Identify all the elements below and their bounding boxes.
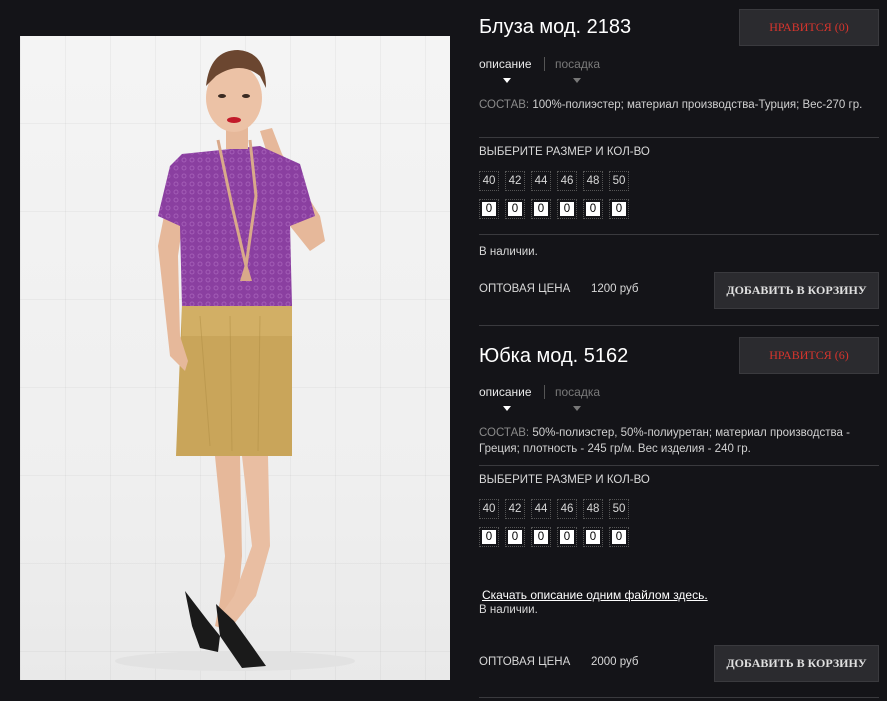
price-value: 1200 руб: [591, 283, 639, 295]
divider: [479, 325, 879, 326]
size-labels: 40 42 44 46 48 50: [479, 499, 629, 519]
size-labels: 40 42 44 46 48 50: [479, 171, 629, 191]
quantity-input[interactable]: [586, 530, 600, 544]
quantity-input[interactable]: [534, 202, 548, 216]
caret-down-icon: [573, 406, 581, 411]
size-label: 42: [505, 499, 525, 519]
quantity-cell: [479, 527, 499, 547]
size-label: 48: [583, 171, 603, 191]
composition-value: 50%-полиэстер, 50%-полиуретан; материал …: [479, 427, 850, 455]
quantity-input[interactable]: [534, 530, 548, 544]
size-label: 48: [583, 499, 603, 519]
tab-description[interactable]: описание: [479, 385, 532, 399]
price-label: ОПТОВАЯ ЦЕНА: [479, 283, 571, 295]
size-label: 40: [479, 499, 499, 519]
quantity-cell: [531, 527, 551, 547]
quantity-input[interactable]: [612, 530, 626, 544]
size-label: 42: [505, 171, 525, 191]
product-photo[interactable]: [20, 36, 450, 680]
caret-down-icon: [573, 78, 581, 83]
price-value: 2000 руб: [591, 656, 639, 668]
size-title: ВЫБЕРИТЕ РАЗМЕР И КОЛ-ВО: [479, 146, 650, 158]
divider: [479, 465, 879, 466]
price-label: ОПТОВАЯ ЦЕНА: [479, 656, 571, 668]
add-to-cart-button[interactable]: ДОБАВИТЬ В КОРЗИНУ: [714, 272, 879, 309]
quantity-cell: [609, 199, 629, 219]
tab-description[interactable]: описание: [479, 57, 532, 71]
quantity-cell: [557, 199, 577, 219]
quantity-inputs: [479, 527, 629, 547]
quantity-cell: [505, 527, 525, 547]
composition-value: 100%-полиэстер; материал производства-Ту…: [532, 99, 863, 111]
product-title: Юбка мод. 5162: [479, 345, 629, 367]
size-label: 46: [557, 171, 577, 191]
tab-fit[interactable]: посадка: [555, 385, 600, 399]
product-title: Блуза мод. 2183: [479, 16, 632, 38]
quantity-input[interactable]: [508, 530, 522, 544]
quantity-input[interactable]: [482, 202, 496, 216]
quantity-cell: [609, 527, 629, 547]
like-button[interactable]: НРАВИТСЯ (6): [739, 337, 879, 374]
divider: [479, 137, 879, 138]
size-label: 50: [609, 499, 629, 519]
quantity-input[interactable]: [560, 530, 574, 544]
quantity-input[interactable]: [560, 202, 574, 216]
quantity-input[interactable]: [508, 202, 522, 216]
quantity-inputs: [479, 199, 629, 219]
quantity-input[interactable]: [482, 530, 496, 544]
size-label: 46: [557, 499, 577, 519]
size-label: 40: [479, 171, 499, 191]
quantity-cell: [557, 527, 577, 547]
stock-status: В наличии.: [479, 604, 538, 616]
size-label: 50: [609, 171, 629, 191]
quantity-cell: [583, 199, 603, 219]
quantity-cell: [583, 527, 603, 547]
quantity-cell: [505, 199, 525, 219]
stock-status: В наличии.: [479, 246, 538, 258]
composition-text: СОСТАВ: 100%-полиэстер; материал произво…: [479, 97, 877, 113]
size-label: 44: [531, 499, 551, 519]
tab-divider: [544, 385, 545, 399]
product-tabs: описание посадка: [479, 57, 679, 87]
size-label: 44: [531, 171, 551, 191]
product-tabs: описание посадка: [479, 385, 679, 415]
download-description-link[interactable]: Скачать описание одним файлом здесь.: [482, 588, 708, 602]
model-illustration: [115, 50, 355, 671]
caret-down-icon: [503, 78, 511, 83]
divider: [479, 234, 879, 235]
quantity-input[interactable]: [586, 202, 600, 216]
quantity-input[interactable]: [612, 202, 626, 216]
composition-text: СОСТАВ: 50%-полиэстер, 50%-полиуретан; м…: [479, 425, 877, 457]
tab-fit[interactable]: посадка: [555, 57, 600, 71]
quantity-cell: [479, 199, 499, 219]
tab-divider: [544, 57, 545, 71]
divider: [479, 697, 879, 698]
caret-down-icon: [503, 406, 511, 411]
size-title: ВЫБЕРИТЕ РАЗМЕР И КОЛ-ВО: [479, 474, 650, 486]
composition-label: СОСТАВ:: [479, 427, 530, 439]
quantity-cell: [531, 199, 551, 219]
add-to-cart-button[interactable]: ДОБАВИТЬ В КОРЗИНУ: [714, 645, 879, 682]
like-button[interactable]: НРАВИТСЯ (0): [739, 9, 879, 46]
composition-label: СОСТАВ:: [479, 99, 530, 111]
